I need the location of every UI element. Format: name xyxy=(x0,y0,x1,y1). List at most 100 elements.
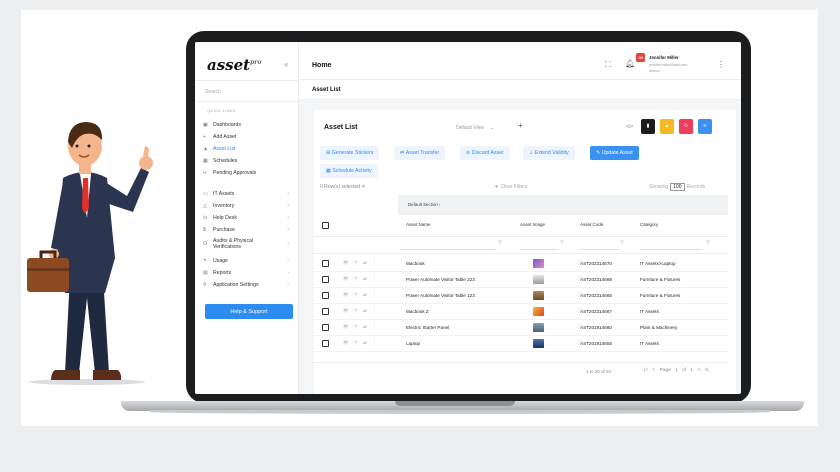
row-checkbox[interactable] xyxy=(322,260,329,267)
support-icon: ⊙ xyxy=(203,214,208,221)
asset-code-cell: AST201914658 xyxy=(580,341,612,346)
extend-validity-button[interactable]: ⇣ Extend Validity xyxy=(523,146,575,160)
asset-thumbnail[interactable] xyxy=(533,339,544,348)
row-checkbox[interactable] xyxy=(322,324,329,331)
sidebar-item-it-assets[interactable]: ▭ IT Assets › xyxy=(203,188,297,199)
table-row[interactable]: 👁︎ ✎ ⇄ ⋮ Electric Starter Panel AST20191… xyxy=(314,320,728,336)
filter-input-asset-code[interactable] xyxy=(580,242,618,250)
asset-thumbnail[interactable] xyxy=(533,291,544,300)
page-title: Home xyxy=(312,62,332,69)
section-title: Asset List xyxy=(312,87,341,93)
sidebar-item-help-desk[interactable]: ⊙ Help Desk › xyxy=(203,212,297,223)
asset-thumbnail[interactable] xyxy=(533,275,544,284)
clear-selection-icon[interactable]: ✕ xyxy=(361,184,365,190)
row-checkbox[interactable] xyxy=(322,340,329,347)
row-action-icons[interactable]: 👁︎ ✎ ⇄ ⋮ xyxy=(343,324,379,330)
filter-icon[interactable]: ▽ xyxy=(620,240,624,246)
audit-icon: ☊ xyxy=(203,241,208,247)
collapse-sidebar-icon[interactable]: « xyxy=(284,60,288,69)
more-menu-icon[interactable]: ⋮ xyxy=(717,60,725,69)
search-input[interactable]: Search xyxy=(195,80,299,102)
asset-transfer-button[interactable]: ⇄ Asset Transfer xyxy=(394,146,446,160)
pagination: |< < Page 1 of 1 > >| xyxy=(644,368,709,373)
records-select[interactable]: 100 xyxy=(670,183,685,191)
select-all-checkbox[interactable] xyxy=(322,222,329,229)
scan-icon[interactable]: ⛶ xyxy=(605,60,611,70)
help-support-button[interactable]: Help & Support xyxy=(205,304,293,319)
sidebar-item-schedules[interactable]: ▦ Schedules xyxy=(203,155,297,166)
category-cell: IT Assets xyxy=(640,341,659,346)
section-header[interactable]: Default Section ‹ xyxy=(398,195,728,215)
first-page-icon[interactable]: |< xyxy=(644,368,648,373)
row-action-icons[interactable]: 👁︎ ✎ ⇄ ⋮ xyxy=(343,260,379,266)
table-row[interactable]: 👁︎ ✎ ⇄ ⋮ Power Automate Visitor Table 12… xyxy=(314,288,728,304)
next-page-icon[interactable]: > xyxy=(697,368,700,373)
row-action-icons[interactable]: 👁︎ ✎ ⇄ ⋮ xyxy=(343,292,379,298)
table-header: Asset Name Asset Image Asset Code Catego… xyxy=(314,215,728,237)
category-cell: IT Assets>Laptop xyxy=(640,261,676,266)
clear-filters-button[interactable]: ▼ Clear Filters xyxy=(494,184,527,190)
approval-icon: ⊢ xyxy=(203,169,208,176)
sidebar-item-add-asset[interactable]: + Add Asset xyxy=(203,131,297,142)
code-icon[interactable]: </> xyxy=(626,124,633,130)
sidebar-item-pending-approvals[interactable]: ⊢ Pending Approvals xyxy=(203,167,297,178)
sidebar-item-reports[interactable]: ▤ Reports › xyxy=(203,267,297,278)
generate-stickers-button[interactable]: ⊞ Generate Stickers xyxy=(320,146,380,160)
column-header-category[interactable]: Category xyxy=(640,222,658,227)
filter-input-asset-image[interactable] xyxy=(520,242,558,250)
filter-input-asset-name[interactable] xyxy=(400,242,495,250)
table-row[interactable]: 👁︎ ✎ ⇄ ⋮ Macbook Z AST202314667 IT Asset… xyxy=(314,304,728,320)
asset-name-cell: Electric Starter Panel xyxy=(406,325,450,330)
bell-icon[interactable]: 🔔︎ xyxy=(625,59,635,68)
filter-icon[interactable]: ▽ xyxy=(498,240,502,246)
table-row[interactable]: 👁︎ ✎ ⇄ ⋮ Macbook AST202314670 IT Assets>… xyxy=(314,256,728,272)
discard-asset-button[interactable]: ⊘ Discard Asset xyxy=(460,146,510,160)
last-page-icon[interactable]: >| xyxy=(705,368,709,373)
chevron-down-icon: ⌄ xyxy=(489,124,495,131)
sidebar-item-purchase[interactable]: $ Purchase › xyxy=(203,224,297,235)
update-asset-button[interactable]: ✎ Update Asset xyxy=(590,146,639,160)
asset-name-cell: Macbook xyxy=(406,261,425,266)
asset-name-cell: Laptop xyxy=(406,341,421,346)
filter-input-category[interactable] xyxy=(640,242,702,250)
user-role: demo4 xyxy=(649,69,660,73)
row-action-icons[interactable]: 👁︎ ✎ ⇄ ⋮ xyxy=(343,340,379,346)
chevron-left-icon: ‹ xyxy=(439,202,441,207)
row-checkbox[interactable] xyxy=(322,276,329,283)
row-checkbox[interactable] xyxy=(322,308,329,315)
prev-page-icon[interactable]: < xyxy=(652,368,655,373)
table-row[interactable]: 👁︎ ✎ ⇄ ⋮ Power Automate Visitor Table 22… xyxy=(314,272,728,288)
filter-icon[interactable]: ▽ xyxy=(706,240,710,246)
chevron-right-icon: › xyxy=(287,190,289,197)
column-header-asset-code[interactable]: Asset Code xyxy=(580,222,603,227)
brand-logo[interactable]: assetpro xyxy=(207,56,261,74)
document-icon[interactable]: ▮ xyxy=(641,119,655,134)
column-header-asset-image[interactable]: Asset Image xyxy=(520,222,545,227)
list-icon[interactable]: ≡ xyxy=(698,119,712,134)
asset-thumbnail[interactable] xyxy=(533,307,544,316)
asset-thumbnail[interactable] xyxy=(533,323,544,332)
sidebar-item-dashboards[interactable]: ▣ Dashboards xyxy=(203,119,297,130)
column-header-asset-name[interactable]: Asset Name xyxy=(406,222,431,227)
avatar[interactable]: JM xyxy=(636,53,645,62)
user-email: jennifer.miller@test.com xyxy=(649,63,688,67)
sidebar-item-asset-list[interactable]: ▲ Asset List xyxy=(203,143,297,154)
schedule-activity-button[interactable]: ▦ Schedule Activity xyxy=(320,164,378,178)
card-title: Asset List xyxy=(324,124,358,131)
chevron-right-icon: › xyxy=(287,214,289,221)
sidebar-item-application-settings[interactable]: ⚲ Application Settings › xyxy=(203,279,297,290)
row-action-icons[interactable]: 👁︎ ✎ ⇄ ⋮ xyxy=(343,276,379,282)
sidebar-item-inventory[interactable]: △ Inventory › xyxy=(203,200,297,211)
sidebar-item-usage[interactable]: ↰ Usage › xyxy=(203,255,297,266)
row-checkbox[interactable] xyxy=(322,292,329,299)
sidebar-item-audits[interactable]: ☊ Audits & Physical Verifications › xyxy=(203,236,297,252)
alert-icon[interactable]: ▲ xyxy=(660,119,674,134)
row-action-icons[interactable]: 👁︎ ✎ ⇄ ⋮ xyxy=(343,308,379,314)
refresh-icon[interactable]: ↻ xyxy=(679,119,693,134)
table-row[interactable]: 👁︎ ✎ ⇄ ⋮ Laptop AST201914658 IT Assets xyxy=(314,336,728,352)
add-view-icon[interactable]: + xyxy=(518,121,523,130)
monitor-icon: ▭ xyxy=(203,190,208,197)
asset-thumbnail[interactable] xyxy=(533,259,544,268)
view-select[interactable]: Default View ⌄ xyxy=(454,122,511,133)
filter-icon[interactable]: ▽ xyxy=(560,240,564,246)
